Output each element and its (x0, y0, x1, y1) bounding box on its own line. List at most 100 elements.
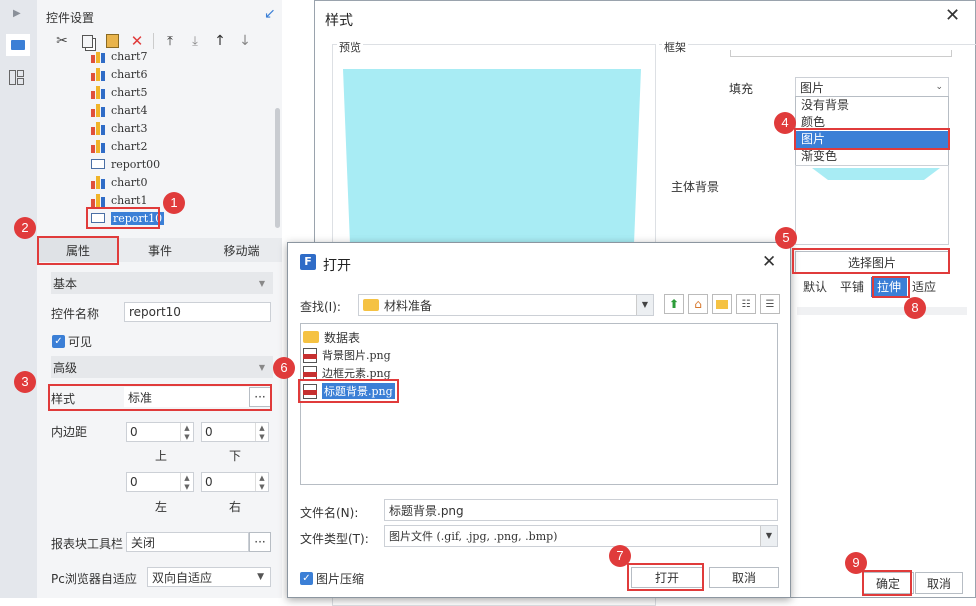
app-logo-icon: F (300, 254, 316, 270)
dropdown-arrow-icon: ▼ (257, 572, 264, 582)
padding-left-spinner[interactable]: 0 ▲ ▼ (126, 472, 194, 492)
step-badge: 9 (845, 552, 867, 574)
fill-option[interactable]: 没有背景 (796, 97, 948, 114)
move-bottom-icon[interactable]: ⤓ (186, 32, 204, 50)
visible-checkbox[interactable]: ✓ 可见 (52, 333, 92, 350)
panel-title: 控件设置 (46, 11, 95, 25)
collapse-triangle-icon: ▼ (258, 278, 265, 288)
highlight-stretch (872, 276, 910, 298)
tree-item-label: chart0 (111, 175, 148, 189)
lookin-select[interactable]: 材料准备 ▼ (358, 294, 654, 316)
tree-item-chart7[interactable]: chart7 (91, 52, 147, 64)
basic-section-header[interactable]: 基本 ▼ (51, 272, 273, 294)
padding-bottom-spinner[interactable]: 0 ▲ ▼ (201, 422, 269, 442)
step-badge: 7 (609, 545, 631, 567)
chart-icon (91, 193, 105, 207)
compress-checkbox[interactable]: ✓ 图片压缩 (300, 570, 364, 587)
close-icon[interactable]: ✕ (945, 5, 960, 26)
list-view-icon[interactable]: ☷ (736, 294, 756, 314)
report-icon (91, 159, 105, 169)
step-badge: 8 (904, 297, 926, 319)
expand-arrow-icon[interactable]: ▶ (13, 8, 21, 19)
highlight-ok-button (862, 570, 912, 596)
step-badge: 5 (775, 227, 797, 249)
tree-item-chart0[interactable]: chart0 (91, 174, 147, 190)
filetype-label: 文件类型(T): (300, 532, 369, 546)
step-badge: 2 (14, 217, 36, 239)
widget-settings-icon[interactable] (6, 34, 30, 56)
highlight-style-row (48, 384, 272, 411)
tree-item-label: chart4 (111, 103, 148, 117)
chart-icon (91, 139, 105, 153)
tab-mobile[interactable]: 移动端 (201, 238, 282, 262)
highlight-fill-image (794, 128, 950, 150)
highlight-file (298, 379, 399, 403)
tree-item-chart2[interactable]: chart2 (91, 138, 147, 154)
tree-item-chart5[interactable]: chart5 (91, 84, 147, 100)
collapse-triangle-icon: ▼ (258, 362, 265, 372)
filename-input[interactable]: 标题背景.png (384, 499, 778, 521)
tab-events[interactable]: 事件 (119, 238, 201, 262)
lookin-label: 查找(I): (300, 300, 341, 314)
check-icon: ✓ (52, 335, 65, 348)
browser-adapt-select[interactable]: 双向自适应 ▼ (147, 567, 271, 587)
collapse-icon[interactable]: ↙ (264, 6, 276, 22)
open-file-dialog: F 打开 ✕ 查找(I): 材料准备 ▼ ⬆ ⌂ ☷ ☰ 数据表 背景图片.png… (287, 242, 791, 598)
step-badge: 3 (14, 371, 36, 393)
file-item[interactable]: 数据表 (303, 328, 360, 346)
new-folder-icon[interactable] (712, 294, 732, 314)
left-label: 左 (155, 500, 168, 514)
padding-right-spinner[interactable]: 0 ▲ ▼ (201, 472, 269, 492)
copy-icon[interactable] (78, 32, 96, 50)
chart-icon (91, 121, 105, 135)
toolbar-input[interactable]: 关闭 (126, 532, 249, 552)
image-mode-0[interactable]: 默认 (797, 277, 833, 297)
png-file-icon (303, 347, 317, 363)
image-mode-1[interactable]: 平铺 (833, 277, 871, 297)
preview-label: 预览 (337, 39, 363, 55)
dropdown-arrow-icon: ⌄ (935, 82, 943, 92)
close-icon[interactable]: ✕ (762, 252, 776, 272)
frame-label: 框架 (662, 39, 688, 55)
open-cancel-button[interactable]: 取消 (709, 567, 779, 588)
toolbar-label: 报表块工具栏 (51, 537, 124, 551)
move-down-icon[interactable]: ↓ (236, 32, 254, 50)
up-folder-icon[interactable]: ⬆ (664, 294, 684, 314)
top-label: 上 (155, 449, 168, 463)
cancel-button[interactable]: 取消 (915, 572, 963, 594)
detail-view-icon[interactable]: ☰ (760, 294, 780, 314)
cut-icon[interactable]: ✂ (53, 32, 71, 50)
filetype-select[interactable]: 图片文件 (.gif, .jpg, .png, .bmp) ▼ (384, 525, 778, 547)
chart-icon (91, 67, 105, 81)
highlight-properties-tab (37, 236, 119, 265)
file-item[interactable]: 背景图片.png (303, 346, 391, 364)
toolbar-more-button[interactable]: ··· (249, 532, 271, 552)
move-top-icon[interactable]: ⤒ (161, 32, 179, 50)
tree-item-chart1[interactable]: chart1 (91, 192, 147, 208)
open-dialog-title: 打开 (323, 258, 351, 274)
delete-icon[interactable]: ✕ (128, 32, 146, 50)
advanced-section-header[interactable]: 高级 ▼ (51, 356, 273, 378)
fill-option[interactable]: 渐变色 (796, 148, 948, 165)
image-mode-scrollbar[interactable] (797, 307, 967, 315)
tree-item-label: chart6 (111, 67, 148, 81)
layout-icon[interactable] (9, 70, 24, 85)
filename-label: 文件名(N): (300, 506, 359, 520)
widget-name-input[interactable]: report10 (124, 302, 271, 322)
fill-select[interactable]: 图片 ⌄ (795, 77, 949, 97)
tree-item-report00[interactable]: report00 (91, 156, 160, 172)
tree-item-chart6[interactable]: chart6 (91, 66, 147, 82)
tree-item-chart4[interactable]: chart4 (91, 102, 147, 118)
move-up-icon[interactable]: ↑ (211, 32, 229, 50)
widget-settings-panel: 控件设置 ↙ ✂ ✕ ⤒ ⤓ ↑ ↓ chart7 chart6 chart5 cha… (37, 0, 282, 598)
frame-top-field[interactable] (730, 50, 952, 57)
tree-scrollbar[interactable] (275, 108, 280, 228)
paste-icon[interactable] (103, 32, 121, 50)
dropdown-arrow-icon: ▼ (636, 295, 653, 315)
home-icon[interactable]: ⌂ (688, 294, 708, 314)
padding-top-spinner[interactable]: 0 ▲ ▼ (126, 422, 194, 442)
image-mode-3[interactable]: 适应 (907, 277, 941, 297)
fill-label: 填充 (729, 82, 754, 96)
tree-item-chart3[interactable]: chart3 (91, 120, 147, 136)
highlight-open-button (627, 563, 704, 591)
